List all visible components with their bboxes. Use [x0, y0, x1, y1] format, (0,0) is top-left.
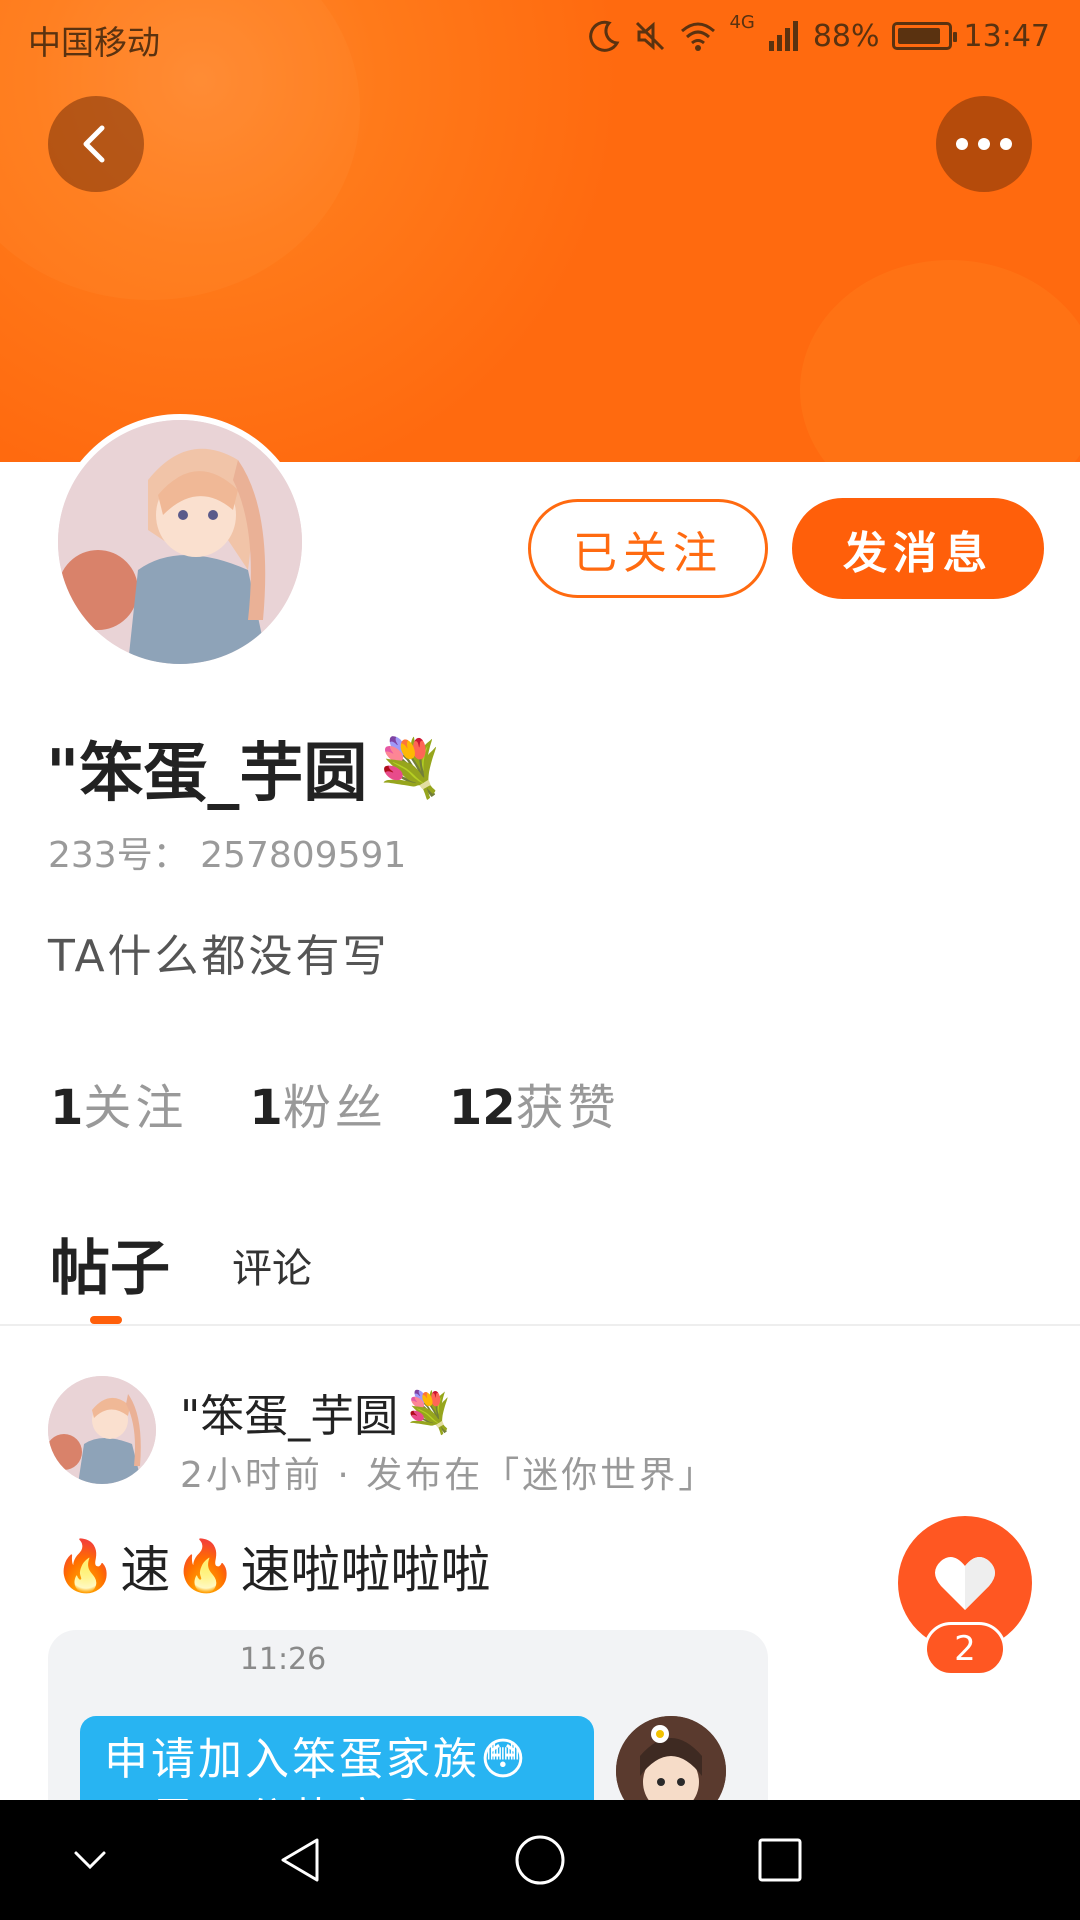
cover-decoration — [800, 260, 1080, 462]
following-stat[interactable]: 1 关注 — [50, 1068, 187, 1138]
like-count-badge: 2 — [924, 1622, 1006, 1676]
profile-tabs: 帖子 评论 — [0, 1210, 1080, 1326]
tab-comments[interactable]: 评论 — [232, 1236, 312, 1294]
heart-icon — [935, 1557, 995, 1610]
tab-posts[interactable]: 帖子 — [50, 1220, 170, 1307]
status-bar: 中国移动 4G 88% 13:47 — [0, 0, 1080, 72]
followed-button[interactable]: 已关注 — [528, 499, 768, 598]
network-type: 4G — [729, 12, 755, 33]
system-nav-bar — [0, 1800, 1080, 1920]
bouquet-emoji: 💐 — [404, 1389, 455, 1436]
fans-stat[interactable]: 1 粉丝 — [249, 1068, 386, 1138]
recents-square-icon[interactable] — [748, 1828, 812, 1892]
battery-fill — [897, 28, 940, 44]
moon-icon — [589, 20, 620, 52]
likes-count: 12 — [448, 1080, 516, 1136]
carrier-label: 中国移动 — [28, 23, 160, 62]
post-text-part: 速 — [120, 1541, 171, 1599]
likes-stat: 12 获赞 — [449, 1068, 620, 1138]
post-meta: 2小时前 · 发布在「迷你世界」 — [180, 1455, 718, 1496]
bouquet-emoji: 💐 — [375, 736, 446, 801]
post-author-text: "笨蛋_芋圆 — [180, 1391, 399, 1442]
following-count: 1 — [50, 1080, 84, 1136]
home-circle-icon[interactable] — [508, 1828, 572, 1892]
clock: 13:47 — [963, 18, 1050, 54]
more-dots-icon — [956, 138, 1012, 150]
post-text-part: 速啦啦啦啦 — [240, 1541, 491, 1599]
post-text[interactable]: 🔥 速 🔥 速啦啦啦啦 — [54, 1530, 491, 1602]
battery-percent: 88% — [812, 18, 880, 54]
tab-indicator — [90, 1316, 122, 1324]
avatar-image — [48, 1376, 156, 1484]
chat-line: 申请加入笨蛋家族😳 — [104, 1734, 529, 1785]
fire-emoji: 🔥 — [174, 1536, 237, 1595]
fire-emoji: 🔥 — [54, 1536, 117, 1595]
wifi-icon — [681, 22, 716, 51]
battery-icon — [891, 22, 957, 50]
fans-label: 粉丝 — [282, 1080, 387, 1136]
profile-stats: 1 关注 1 粉丝 12 获赞 — [50, 1068, 620, 1138]
post-author-avatar[interactable] — [48, 1376, 156, 1484]
username-text: "笨蛋_芋圆 — [46, 737, 368, 811]
send-message-button[interactable]: 发消息 — [792, 498, 1044, 599]
chat-time: 11:26 — [239, 1642, 327, 1677]
mute-icon — [636, 21, 665, 51]
user-bio: TA什么都没有写 — [48, 931, 390, 982]
profile-avatar[interactable] — [52, 414, 308, 670]
likes-label: 获赞 — [515, 1080, 620, 1136]
post-author-name[interactable]: "笨蛋_芋圆 💐 — [180, 1380, 454, 1444]
chevron-down-icon[interactable] — [58, 1828, 122, 1892]
user-id: 233号： 257809591 — [48, 835, 407, 876]
chevron-left-icon — [83, 125, 105, 163]
fans-count: 1 — [249, 1080, 283, 1136]
back-button[interactable] — [48, 96, 144, 192]
following-label: 关注 — [83, 1080, 188, 1136]
more-button[interactable] — [936, 96, 1032, 192]
avatar-image — [58, 420, 302, 664]
profile-username: "笨蛋_芋圆 💐 — [46, 722, 445, 814]
back-triangle-icon[interactable] — [268, 1828, 332, 1892]
signal-icon — [768, 21, 798, 51]
status-icons: 4G 88% 13:47 — [587, 12, 1050, 58]
